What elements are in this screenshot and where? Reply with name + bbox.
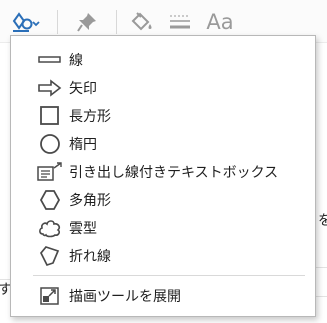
menu-separator [33,275,305,276]
shapes-icon [12,12,40,32]
callout-textbox-icon [37,161,63,183]
rectangle-icon [37,105,63,127]
shapes-menu: 線 矢印 長方形 楕円 引き出し線付きテキストボックス 多角形 雲型 折れ線 描… [10,35,316,317]
pin-button[interactable] [75,8,99,36]
shapes-dropdown-button[interactable] [8,8,44,36]
menu-item-expand-drawing-tools[interactable]: 描画ツールを展開 [11,282,315,309]
menu-item-label: 描画ツールを展開 [69,288,181,305]
menu-item-label: 長方形 [69,108,111,125]
divider [316,296,327,297]
menu-item-label: 線 [69,52,83,69]
fill-color-button[interactable] [128,8,156,36]
background-text: を [318,213,327,229]
menu-item-cloud[interactable]: 雲型 [11,214,315,241]
menu-item-label: 雲型 [69,220,97,237]
paint-bucket-icon [131,12,152,31]
line-style-button[interactable] [167,8,193,36]
menu-item-ellipse[interactable]: 楕円 [11,130,315,157]
text-style-button[interactable]: Aa [205,8,235,36]
polyline-icon [37,245,63,267]
arrow-icon [37,77,63,99]
cloud-icon [37,217,63,239]
toolbar-separator [116,10,117,34]
menu-item-polygon[interactable]: 多角形 [11,186,315,213]
divider [316,267,327,268]
menu-item-label: 楕円 [69,136,97,153]
polygon-icon [37,189,63,211]
menu-item-label: 引き出し線付きテキストボックス [69,164,279,181]
menu-item-label: 矢印 [69,80,97,97]
menu-item-label: 折れ線 [69,248,111,265]
pin-icon [77,13,96,32]
menu-item-arrow[interactable]: 矢印 [11,74,315,101]
menu-item-label: 多角形 [69,192,111,209]
toolbar-separator [57,10,58,34]
menu-item-line[interactable]: 線 [11,46,315,73]
ellipse-icon [37,133,63,155]
line-style-icon [170,15,190,29]
expand-icon [37,285,63,307]
line-icon [37,49,63,71]
menu-item-rectangle[interactable]: 長方形 [11,102,315,129]
menu-item-polyline[interactable]: 折れ線 [11,242,315,269]
menu-item-callout-textbox[interactable]: 引き出し線付きテキストボックス [11,158,315,185]
